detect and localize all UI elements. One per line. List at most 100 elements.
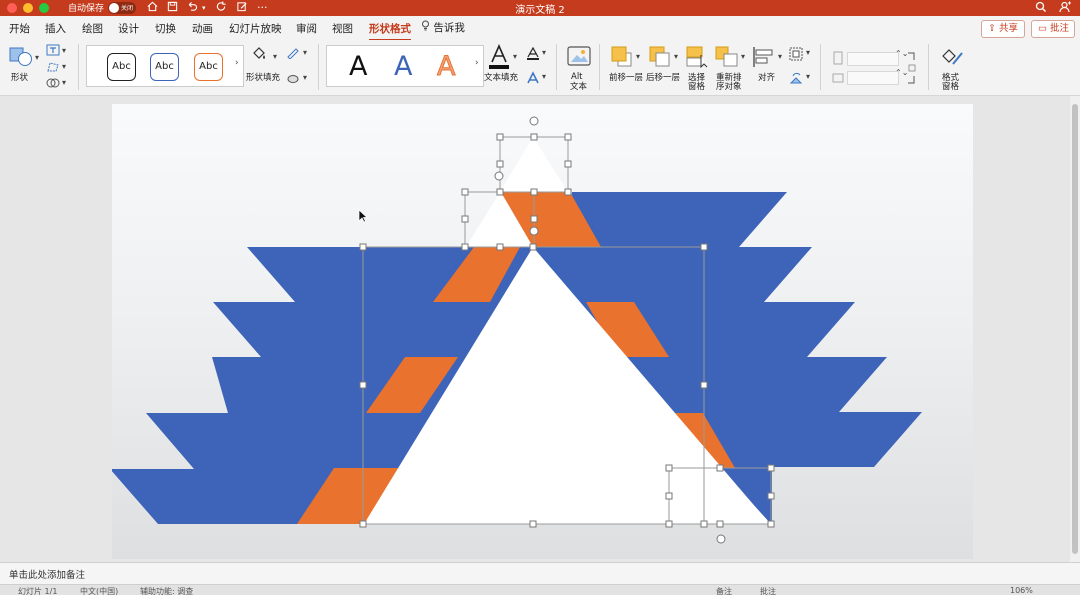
scrollbar-thumb[interactable] bbox=[1072, 104, 1078, 554]
undo-icon[interactable] bbox=[186, 1, 198, 16]
selection-pane-icon[interactable] bbox=[686, 46, 710, 71]
text-fill-label: 文本填充 bbox=[484, 73, 519, 83]
text-effects-dropdown-icon[interactable]: ▾ bbox=[542, 72, 546, 81]
lock-aspect-icon[interactable] bbox=[907, 51, 917, 88]
slide-artwork[interactable] bbox=[112, 104, 973, 559]
tab-slideshow[interactable]: 幻灯片放映 bbox=[229, 21, 282, 36]
text-box-icon[interactable] bbox=[46, 44, 60, 59]
tab-transitions[interactable]: 切换 bbox=[155, 21, 176, 36]
tell-me-search[interactable]: 告诉我 bbox=[421, 20, 465, 35]
rotate-dropdown-icon[interactable]: ▾ bbox=[806, 72, 810, 81]
width-input[interactable] bbox=[847, 71, 899, 85]
tab-shape-format[interactable]: 形状格式 bbox=[369, 21, 411, 41]
home-icon[interactable] bbox=[147, 1, 158, 16]
shape-fill-label: 形状填充 bbox=[246, 73, 281, 83]
language-indicator[interactable]: 中文(中国) bbox=[80, 586, 118, 595]
shapes-label: 形状 bbox=[11, 73, 29, 83]
shapes-icon[interactable] bbox=[8, 44, 34, 71]
merge-shapes-icon[interactable] bbox=[46, 77, 60, 92]
notes-toggle-button[interactable]: 备注 bbox=[716, 586, 732, 595]
window-close-button[interactable] bbox=[7, 3, 17, 13]
bring-forward-dropdown-icon[interactable]: ▾ bbox=[636, 52, 640, 61]
alt-text-icon[interactable] bbox=[567, 46, 591, 71]
reorder-objects-icon[interactable] bbox=[715, 46, 739, 71]
tab-review[interactable]: 审阅 bbox=[296, 21, 317, 36]
selection-pane-label-line2: 窗格 bbox=[688, 82, 706, 92]
undo-dropdown-icon[interactable]: ▾ bbox=[202, 1, 206, 15]
text-outline-dropdown-icon[interactable]: ▾ bbox=[542, 48, 546, 57]
rotate-icon[interactable] bbox=[789, 71, 803, 88]
merge-shapes-dropdown-icon[interactable]: ▾ bbox=[62, 78, 66, 87]
styles-more-icon[interactable]: › bbox=[235, 58, 239, 68]
wordart-style-orange[interactable]: A bbox=[436, 51, 456, 82]
format-pane-icon[interactable] bbox=[939, 46, 965, 71]
mouse-cursor-icon bbox=[358, 209, 368, 226]
tab-view[interactable]: 视图 bbox=[332, 21, 353, 36]
text-outline-icon[interactable] bbox=[526, 46, 540, 64]
zoom-level[interactable]: 106% bbox=[1010, 586, 1033, 595]
share-button[interactable]: ⇪ 共享 bbox=[981, 20, 1025, 38]
comment-button[interactable]: ▭ 批注 bbox=[1031, 20, 1075, 38]
group-icon[interactable] bbox=[789, 47, 803, 64]
shape-styles-gallery[interactable]: Abc Abc Abc bbox=[86, 45, 244, 87]
shape-effects-icon[interactable] bbox=[286, 72, 300, 87]
save-icon[interactable] bbox=[167, 1, 178, 16]
text-box-dropdown-icon[interactable]: ▾ bbox=[62, 46, 66, 55]
shape-outline-dropdown-icon[interactable]: ▾ bbox=[303, 48, 307, 57]
vertical-scrollbar[interactable] bbox=[1070, 96, 1080, 562]
accessibility-status[interactable]: 辅助功能: 调查 bbox=[140, 586, 193, 595]
bring-forward-label: 前移一层 bbox=[609, 73, 644, 83]
autosave-toggle[interactable]: 关闭 bbox=[108, 2, 136, 14]
reorder-dropdown-icon[interactable]: ▾ bbox=[741, 52, 745, 61]
account-icon[interactable] bbox=[1059, 0, 1072, 17]
ribbon-divider bbox=[556, 44, 557, 90]
text-fill-dropdown-icon[interactable]: ▾ bbox=[513, 52, 517, 61]
redo-icon[interactable] bbox=[215, 1, 227, 16]
shape-effects-dropdown-icon[interactable]: ▾ bbox=[303, 73, 307, 82]
shape-style-black[interactable]: Abc bbox=[107, 53, 136, 81]
shape-fill-dropdown-icon[interactable]: ▾ bbox=[273, 52, 277, 61]
slide-canvas[interactable] bbox=[112, 104, 973, 559]
group-dropdown-icon[interactable]: ▾ bbox=[806, 48, 810, 57]
tab-home[interactable]: 开始 bbox=[9, 21, 30, 36]
shape-style-blue[interactable]: Abc bbox=[150, 53, 179, 81]
tab-draw[interactable]: 绘图 bbox=[82, 21, 103, 36]
text-fill-icon[interactable] bbox=[488, 44, 510, 73]
comment-label: 批注 bbox=[1050, 23, 1070, 34]
tell-me-label: 告诉我 bbox=[433, 22, 465, 34]
toggle-knob bbox=[109, 3, 119, 13]
more-icon[interactable]: ··· bbox=[257, 1, 268, 15]
bring-forward-icon[interactable] bbox=[610, 46, 634, 71]
align-dropdown-icon[interactable]: ▾ bbox=[778, 52, 782, 61]
white-triangle-top[interactable] bbox=[500, 137, 568, 192]
window-minimize-button[interactable] bbox=[23, 3, 33, 13]
comments-toggle-button[interactable]: 批注 bbox=[760, 586, 776, 595]
wordart-more-icon[interactable]: › bbox=[475, 58, 479, 68]
shapes-dropdown-icon[interactable]: ▾ bbox=[35, 53, 39, 62]
shape-style-orange[interactable]: Abc bbox=[194, 53, 223, 81]
send-backward-icon[interactable] bbox=[648, 46, 672, 71]
height-icon bbox=[832, 51, 844, 68]
alt-text-label-line1: Alt bbox=[571, 72, 583, 82]
wordart-styles-gallery[interactable]: A A A bbox=[326, 45, 484, 87]
window-maximize-button[interactable] bbox=[39, 3, 49, 13]
shape-outline-icon[interactable] bbox=[286, 47, 300, 62]
edit-icon[interactable] bbox=[236, 1, 248, 16]
wordart-style-black[interactable]: A bbox=[349, 52, 367, 82]
shape-fill-icon[interactable] bbox=[250, 45, 268, 66]
ribbon-divider bbox=[820, 44, 821, 90]
autosave-state: 关闭 bbox=[121, 5, 134, 12]
send-backward-dropdown-icon[interactable]: ▾ bbox=[674, 52, 678, 61]
wordart-style-blue[interactable]: A bbox=[394, 52, 412, 82]
text-effects-icon[interactable] bbox=[526, 71, 540, 88]
tab-insert[interactable]: 插入 bbox=[45, 21, 66, 36]
align-icon[interactable] bbox=[752, 46, 776, 71]
tab-design[interactable]: 设计 bbox=[118, 21, 139, 36]
edit-shape-icon[interactable] bbox=[46, 61, 60, 76]
tab-animations[interactable]: 动画 bbox=[192, 21, 213, 36]
notes-placeholder[interactable]: 单击此处添加备注 bbox=[9, 567, 85, 581]
search-icon[interactable] bbox=[1035, 0, 1047, 17]
height-input[interactable] bbox=[847, 52, 899, 66]
notes-pane[interactable]: 单击此处添加备注 bbox=[0, 562, 1080, 584]
edit-shape-dropdown-icon[interactable]: ▾ bbox=[62, 62, 66, 71]
